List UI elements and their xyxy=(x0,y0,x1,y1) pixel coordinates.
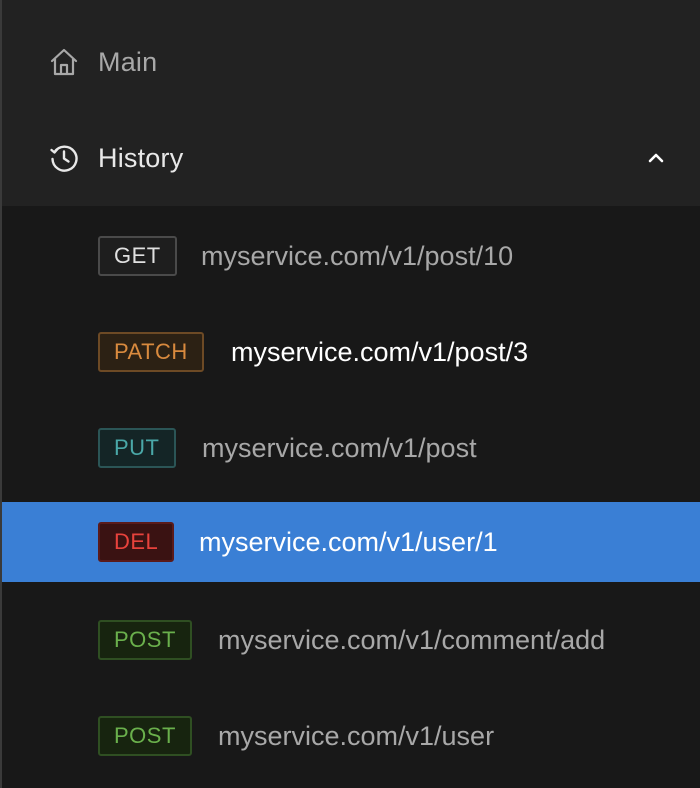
history-item-url: myservice.com/v1/comment/add xyxy=(218,625,606,655)
history-item[interactable]: POST myservice.com/v1/user xyxy=(2,696,700,776)
history-item-url: myservice.com/v1/user xyxy=(218,721,495,751)
history-icon xyxy=(48,142,80,174)
history-item-url: myservice.com/v1/post/10 xyxy=(201,241,514,271)
method-badge-del: DEL xyxy=(98,522,175,562)
method-badge-get: GET xyxy=(98,236,177,276)
history-item[interactable]: PATCH myservice.com/v1/post/3 xyxy=(2,312,700,392)
sidebar: Main History GET myservice.com/v1/post/1… xyxy=(0,0,700,788)
method-badge-patch: PATCH xyxy=(98,332,204,372)
method-badge-post: POST xyxy=(98,620,192,660)
history-item[interactable]: POST myservice.com/v1/comment/add xyxy=(2,600,700,680)
sidebar-top-padding xyxy=(2,0,700,14)
history-item[interactable]: PUT myservice.com/v1/post xyxy=(2,408,700,488)
history-item-url: myservice.com/v1/user/1 xyxy=(199,527,498,557)
sidebar-item-label: Main xyxy=(98,46,158,77)
history-item[interactable]: GET myservice.com/v1/post/10 xyxy=(2,216,700,296)
sidebar-item-label: History xyxy=(98,142,184,173)
history-item-selected[interactable]: DEL myservice.com/v1/user/1 xyxy=(2,502,700,582)
sidebar-item-main[interactable]: Main xyxy=(2,14,700,110)
method-badge-put: PUT xyxy=(98,428,176,468)
method-badge-post: POST xyxy=(98,716,192,756)
history-item-url: myservice.com/v1/post/3 xyxy=(231,337,529,367)
history-item-url: myservice.com/v1/post xyxy=(202,433,477,463)
home-icon xyxy=(48,46,80,78)
sidebar-item-history[interactable]: History xyxy=(2,110,700,206)
history-list: GET myservice.com/v1/post/10 PATCH myser… xyxy=(2,206,700,788)
chevron-up-icon[interactable] xyxy=(645,147,667,169)
